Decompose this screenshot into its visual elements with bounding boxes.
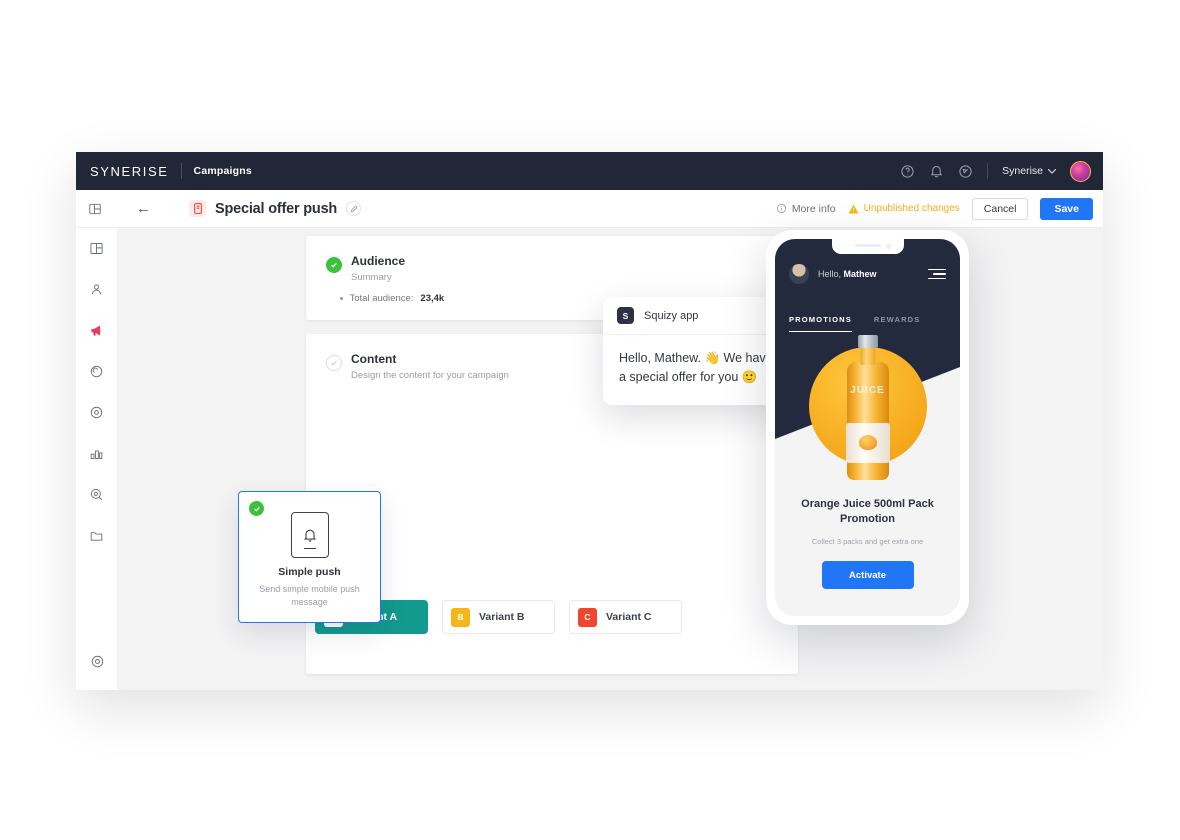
brand[interactable]: SYNERISE Campaigns bbox=[90, 163, 252, 179]
campaign-doc-icon bbox=[189, 200, 206, 217]
phone-speaker-icon bbox=[854, 243, 881, 248]
audience-total-value: 23,4k bbox=[420, 293, 445, 304]
settings-icon bbox=[91, 655, 103, 668]
assets-icon bbox=[90, 532, 103, 541]
dashboard-icon bbox=[90, 243, 103, 254]
phone-user-avatar[interactable] bbox=[789, 264, 809, 284]
hamburger-icon[interactable] bbox=[928, 268, 946, 280]
phone-greeting-prefix: Hello, bbox=[818, 269, 844, 279]
phone-screen: Hello, Mathew PROMOTIONS REWARDS JUICE O… bbox=[775, 239, 960, 616]
simple-push-option-card[interactable]: Simple push Send simple mobile push mess… bbox=[238, 491, 381, 623]
sidebar-item-dashboard[interactable] bbox=[76, 228, 117, 269]
help-circle-icon[interactable] bbox=[900, 164, 915, 179]
audience-total-label: Total audience: bbox=[349, 293, 414, 304]
sidebar-item-settings[interactable] bbox=[76, 641, 118, 682]
notification-app-name: Squizy app bbox=[644, 309, 699, 322]
sidebar-item-assets[interactable] bbox=[76, 515, 117, 556]
tenant-selector[interactable]: Synerise bbox=[1002, 165, 1056, 177]
left-nav-rail bbox=[76, 228, 118, 690]
page-title: Special offer push bbox=[215, 200, 338, 217]
avatar[interactable] bbox=[1070, 160, 1091, 182]
target-icon bbox=[90, 406, 103, 419]
phone-camera-icon bbox=[885, 244, 891, 249]
sidebar-item-analytics[interactable] bbox=[76, 433, 117, 474]
variant-c-badge: C bbox=[578, 607, 597, 627]
bottle-orange-icon bbox=[858, 435, 877, 450]
content-subtitle: Design the content for your campaign bbox=[351, 370, 509, 381]
sidebar-item-audience[interactable] bbox=[76, 269, 117, 310]
chevron-down-icon bbox=[1048, 168, 1056, 174]
tab-variant-c[interactable]: C Variant C bbox=[569, 600, 682, 634]
variant-b-label: Variant B bbox=[479, 611, 525, 623]
automation-icon bbox=[90, 365, 103, 378]
insights-icon bbox=[90, 488, 103, 501]
phone-tab-bar: PROMOTIONS REWARDS bbox=[775, 315, 960, 332]
sidebar-item-automation[interactable] bbox=[76, 351, 117, 392]
phone-mockup: Hello, Mathew PROMOTIONS REWARDS JUICE O… bbox=[766, 230, 969, 625]
warning-triangle-icon bbox=[848, 203, 859, 214]
variant-b-badge: B bbox=[451, 607, 470, 627]
toolbar-actions: More info Unpublished changes Cancel Sav… bbox=[776, 197, 1093, 220]
synerise-logo: SYNERISE bbox=[90, 163, 169, 179]
audience-icon bbox=[91, 284, 102, 295]
juice-bottle-image: JUICE bbox=[842, 335, 894, 480]
bell-icon[interactable] bbox=[929, 164, 944, 179]
bottle-neck bbox=[860, 347, 875, 365]
activate-button[interactable]: Activate bbox=[821, 561, 914, 589]
top-navigation-bar: SYNERISE Campaigns Synerise bbox=[76, 152, 1103, 190]
mobile-bell-icon bbox=[290, 512, 329, 558]
audience-status-check-icon bbox=[326, 257, 342, 273]
unpublished-label: Unpublished changes bbox=[863, 203, 960, 214]
simple-push-selected-check-icon bbox=[249, 501, 264, 516]
audience-total-row: Total audience: 23,4k bbox=[340, 293, 444, 304]
bottle-cap bbox=[857, 335, 878, 348]
pencil-icon[interactable] bbox=[346, 201, 362, 216]
bullet-dot-icon bbox=[340, 297, 343, 300]
phone-tab-rewards[interactable]: REWARDS bbox=[874, 315, 921, 332]
phone-app-header: Hello, Mathew bbox=[775, 264, 960, 284]
squizy-app-icon: S bbox=[617, 307, 634, 324]
simple-push-title: Simple push bbox=[278, 566, 341, 578]
content-status-check-icon bbox=[326, 355, 342, 371]
phone-greeting: Hello, Mathew bbox=[818, 269, 877, 279]
promo-title: Orange Juice 500ml Pack Promotion bbox=[801, 498, 934, 525]
bottle-brand-text: JUICE bbox=[850, 385, 885, 396]
phone-tab-promotions[interactable]: PROMOTIONS bbox=[789, 315, 852, 332]
sidebar-item-target[interactable] bbox=[76, 392, 117, 433]
variant-c-label: Variant C bbox=[606, 611, 652, 623]
section-label: Campaigns bbox=[193, 165, 252, 177]
cancel-button[interactable]: Cancel bbox=[971, 197, 1029, 220]
simple-push-description: Send simple mobile push message bbox=[259, 584, 360, 608]
tenant-name: Synerise bbox=[1002, 165, 1043, 177]
analytics-icon bbox=[90, 450, 103, 459]
back-button[interactable]: ← bbox=[136, 201, 151, 216]
panel-toggle-icon[interactable] bbox=[88, 202, 102, 216]
save-button[interactable]: Save bbox=[1040, 197, 1093, 220]
unpublished-changes-status: Unpublished changes bbox=[848, 203, 960, 214]
tab-variant-b[interactable]: B Variant B bbox=[442, 600, 555, 634]
content-title: Content bbox=[351, 352, 397, 366]
info-icon bbox=[776, 203, 786, 214]
sidebar-item-insights[interactable] bbox=[76, 474, 117, 515]
brand-divider bbox=[180, 163, 182, 179]
sidebar-item-campaigns[interactable] bbox=[76, 310, 117, 351]
audience-subtitle: Summary bbox=[351, 272, 392, 283]
more-info-button[interactable]: More info bbox=[776, 203, 836, 215]
topbar-divider bbox=[987, 163, 989, 179]
phone-greeting-name: Mathew bbox=[843, 269, 877, 279]
top-bar-actions: Synerise bbox=[900, 160, 1091, 182]
page-toolbar: ← Special offer push More info Unpublish… bbox=[76, 190, 1103, 228]
compass-icon[interactable] bbox=[958, 164, 973, 179]
more-info-label: More info bbox=[791, 202, 836, 215]
audience-title: Audience bbox=[351, 254, 406, 268]
campaigns-icon bbox=[90, 325, 100, 336]
promo-description: Collect 3 packs and get extra one bbox=[811, 537, 924, 546]
